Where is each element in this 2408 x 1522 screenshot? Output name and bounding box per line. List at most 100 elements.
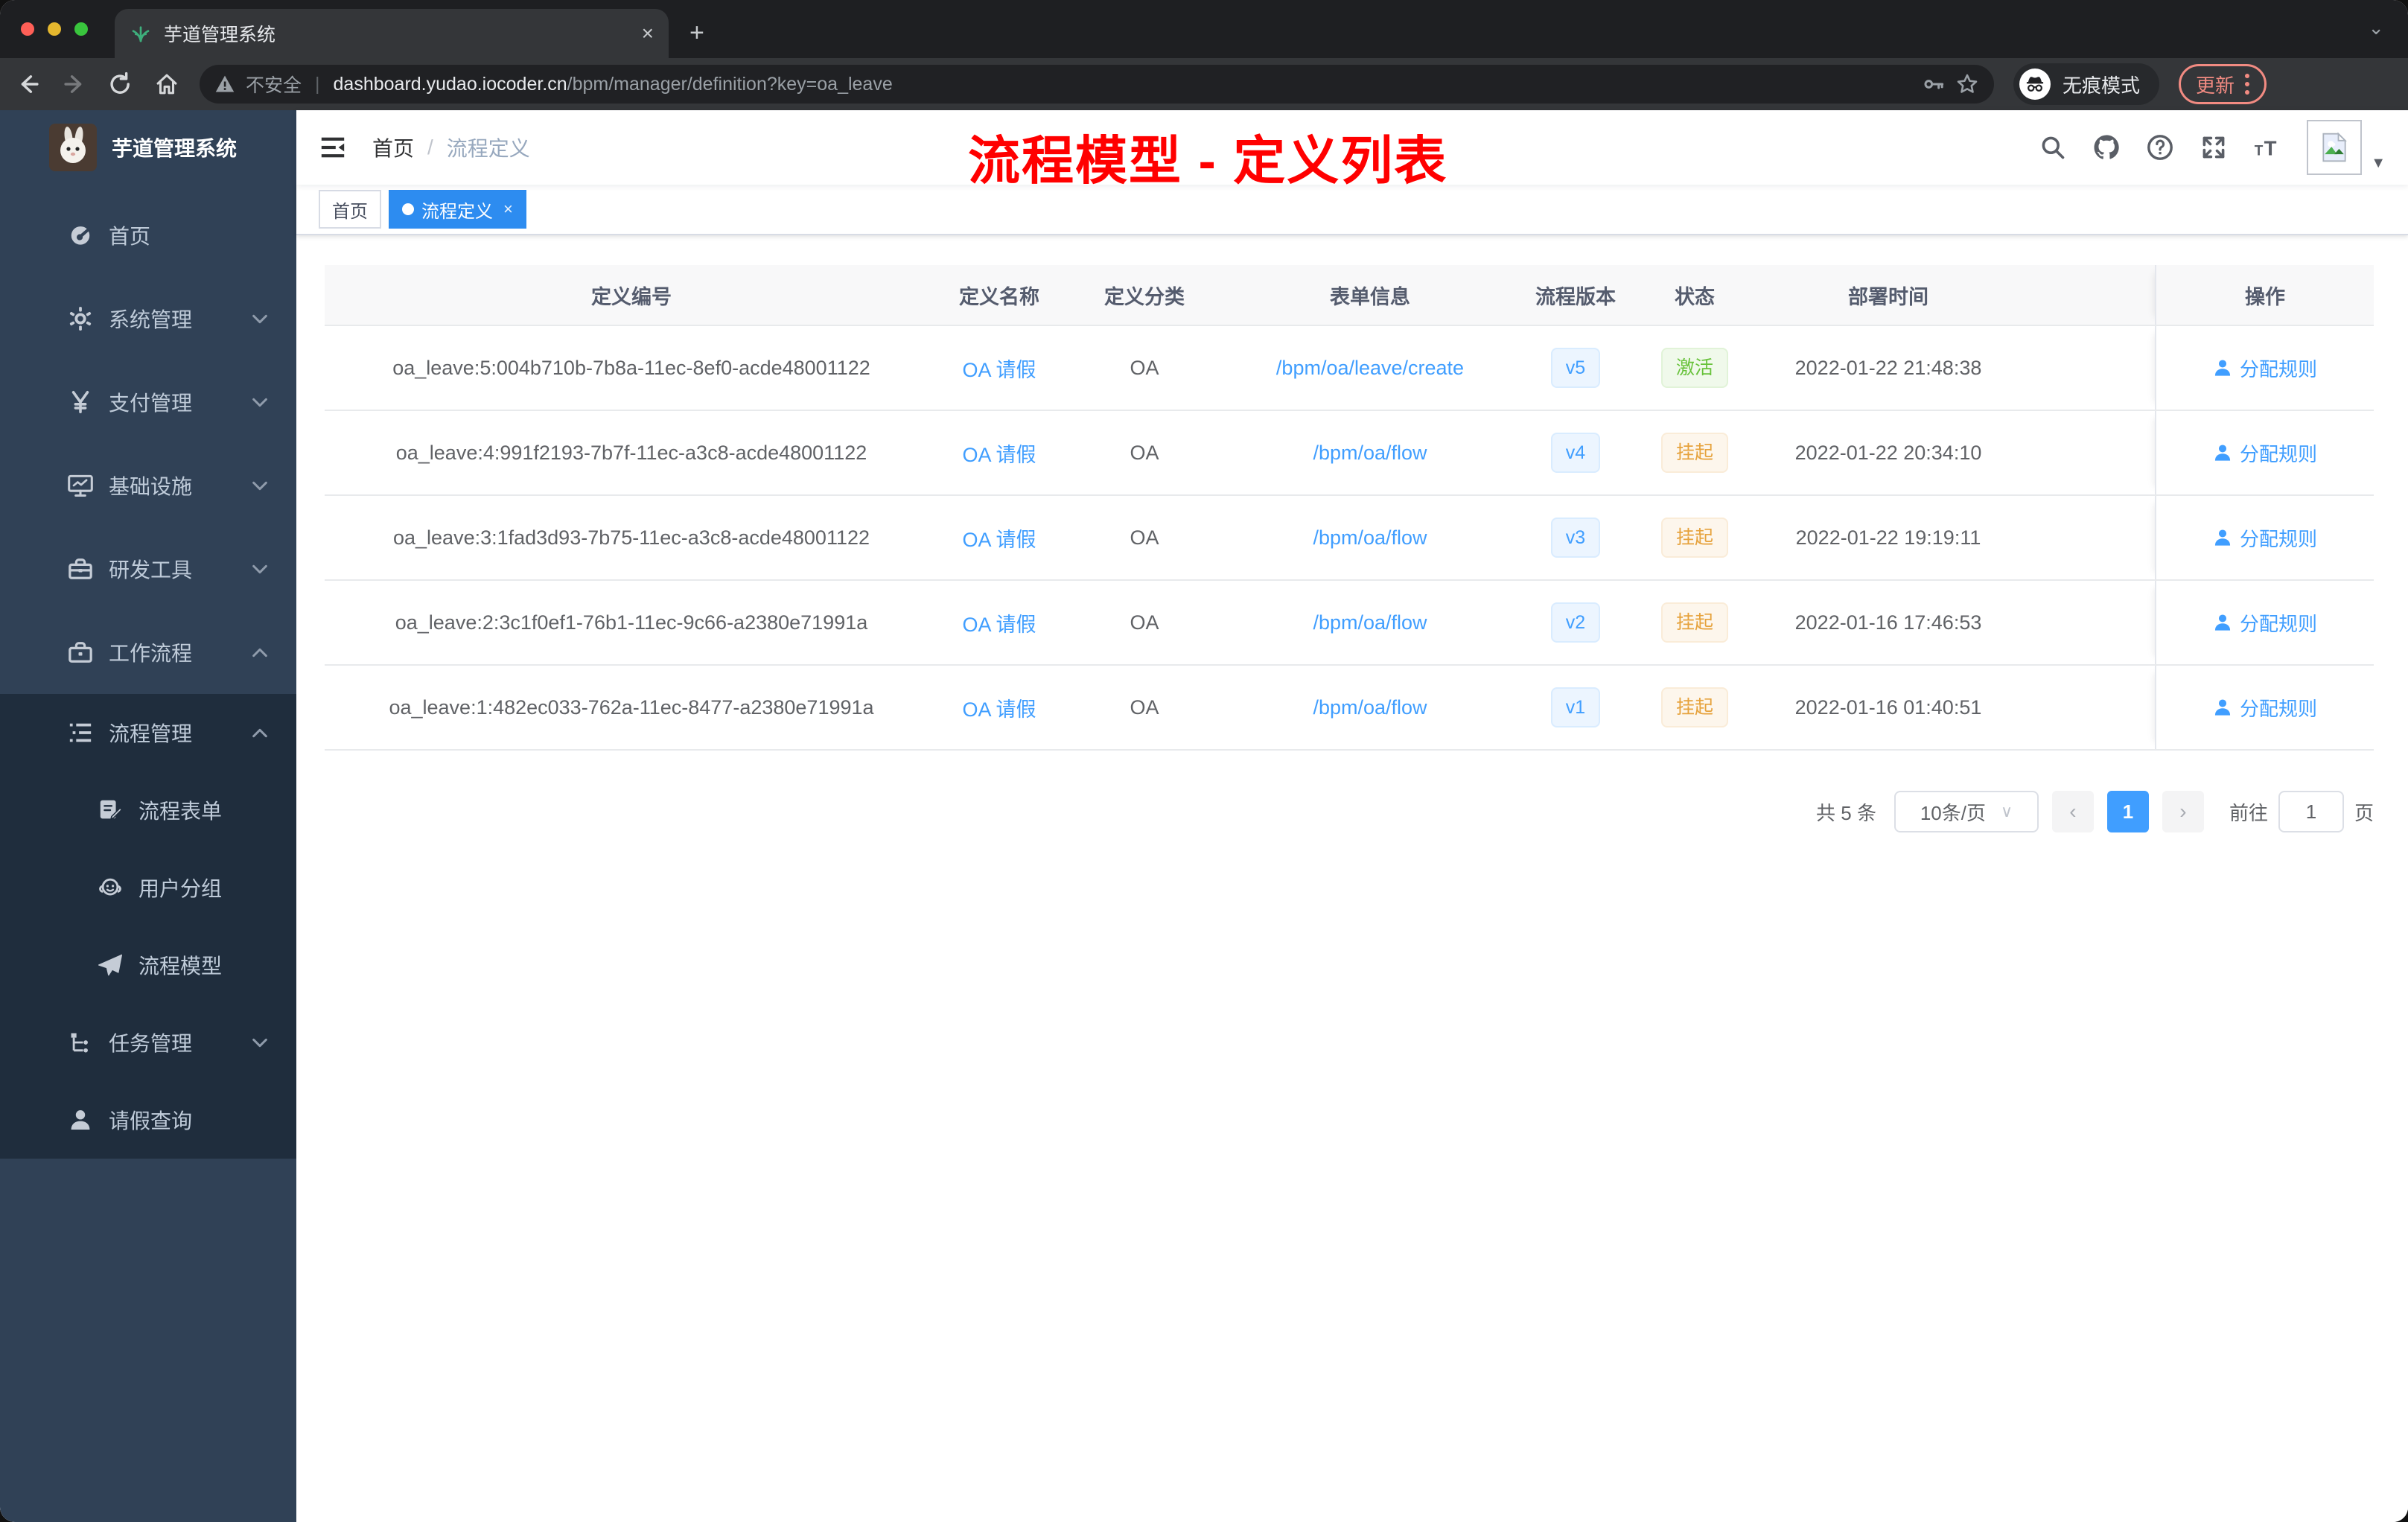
- navbar-actions: TT ▼: [2039, 120, 2386, 175]
- app-title: 芋道管理系统: [112, 137, 238, 160]
- yen-icon: [67, 389, 94, 415]
- sidebar-item-工作流程[interactable]: 工作流程: [0, 611, 296, 694]
- url-text[interactable]: dashboard.yudao.iocoder.cn/bpm/manager/d…: [334, 74, 893, 95]
- close-window-button[interactable]: [21, 22, 34, 36]
- assign-rule-link[interactable]: 分配规则: [2213, 694, 2317, 722]
- window-controls[interactable]: [0, 0, 115, 58]
- page-size-value: 10条/页: [1920, 801, 1986, 824]
- chevron-down-icon: [250, 559, 270, 579]
- status-badge: 激活: [1660, 348, 1728, 388]
- sidebar-item-研发工具[interactable]: 研发工具: [0, 527, 296, 611]
- definition-id: oa_leave:1:482ec033-762a-11ec-8477-a2380…: [389, 695, 874, 719]
- form-info-link[interactable]: /bpm/oa/flow: [1313, 526, 1427, 549]
- assign-rule-link[interactable]: 分配规则: [2213, 354, 2317, 382]
- form-info-link[interactable]: /bpm/oa/flow: [1313, 611, 1427, 634]
- chevron-down-icon: [250, 392, 270, 412]
- definition-table: 定义编号 定义名称 定义分类 表单信息 流程版本 状态 部署时间 操作 oa_l…: [325, 265, 2374, 751]
- security-warning-icon[interactable]: [214, 74, 235, 95]
- browser-tab-strip: 芋道管理系统 × + ⌄: [0, 0, 2408, 58]
- page-annotation: 流程模型 - 定义列表: [968, 132, 1448, 190]
- reload-icon[interactable]: [107, 71, 134, 98]
- page-size-select[interactable]: 10条/页 ∨: [1893, 791, 2039, 832]
- definition-id: oa_leave:2:3c1f0ef1-76b1-11ec-9c66-a2380…: [395, 611, 868, 634]
- help-icon[interactable]: [2146, 133, 2174, 162]
- maximize-window-button[interactable]: [74, 22, 88, 36]
- tag-流程定义[interactable]: 流程定义 ×: [389, 190, 526, 229]
- sidebar-item-系统管理[interactable]: 系统管理: [0, 277, 296, 360]
- fullscreen-icon[interactable]: [2200, 133, 2228, 162]
- briefcase-icon: [67, 639, 94, 666]
- table-row: oa_leave:5:004b710b-7b8a-11ec-8ef0-acde4…: [325, 326, 2374, 411]
- user-avatar-menu[interactable]: ▼: [2307, 120, 2386, 175]
- sidebar-item-流程模型[interactable]: 流程模型: [0, 926, 296, 1004]
- sidebar-item-流程管理[interactable]: 流程管理: [0, 694, 296, 771]
- pagination-total: 共 5 条: [1816, 801, 1876, 824]
- form-info-link[interactable]: /bpm/oa/flow: [1313, 696, 1427, 719]
- new-tab-button[interactable]: +: [689, 19, 704, 48]
- tag-close-icon[interactable]: ×: [503, 200, 513, 219]
- form-info-link[interactable]: /bpm/oa/flow: [1313, 442, 1427, 464]
- definition-name-link[interactable]: OA 请假: [962, 529, 1036, 551]
- assign-rule-link[interactable]: 分配规则: [2213, 439, 2317, 467]
- user-icon: [2214, 360, 2231, 376]
- definition-name-link[interactable]: OA 请假: [962, 614, 1036, 636]
- definition-name-link[interactable]: OA 请假: [962, 359, 1036, 381]
- sidebar-item-支付管理[interactable]: 支付管理: [0, 360, 296, 444]
- next-page-button[interactable]: ›: [2162, 791, 2204, 832]
- tab-overflow-caret-icon[interactable]: ⌄: [2368, 16, 2384, 39]
- prev-page-button[interactable]: ‹: [2051, 791, 2094, 832]
- sidebar-item-流程表单[interactable]: 流程表单: [0, 771, 296, 849]
- col-status: 状态: [1675, 285, 1715, 308]
- deploy-time: 2022-01-16 17:46:53: [1794, 611, 1982, 634]
- sidebar-menu: 首页 系统管理 支付管理 基础设施 研发工具 工作流程 流程管理 流程表单 用户…: [0, 185, 296, 1159]
- github-icon[interactable]: [2092, 133, 2121, 162]
- security-label[interactable]: 不安全: [246, 71, 302, 98]
- table-row: oa_leave:4:991f2193-7b7f-11ec-a3c8-acde4…: [325, 411, 2374, 496]
- back-icon[interactable]: [15, 71, 42, 98]
- avatar-caret-icon[interactable]: ▼: [2371, 155, 2386, 175]
- tab-close-icon[interactable]: ×: [642, 22, 654, 45]
- home-icon[interactable]: [153, 71, 180, 98]
- definition-name-link[interactable]: OA 请假: [962, 444, 1036, 466]
- tag-首页[interactable]: 首页: [319, 190, 381, 229]
- user-icon: [2214, 445, 2231, 461]
- col-actions: 操作: [2155, 265, 2374, 325]
- sidebar-item-基础设施[interactable]: 基础设施: [0, 444, 296, 527]
- forward-icon[interactable]: [61, 71, 88, 98]
- table-row: oa_leave:1:482ec033-762a-11ec-8477-a2380…: [325, 666, 2374, 751]
- sidebar: 芋道管理系统 首页 系统管理 支付管理 基础设施 研发工具 工作流程 流程管理 …: [0, 110, 296, 1522]
- sidebar-item-请假查询[interactable]: 请假查询: [0, 1081, 296, 1159]
- password-key-icon[interactable]: [1923, 73, 1945, 95]
- col-definition-category: 定义分类: [1104, 285, 1185, 308]
- sidebar-item-任务管理[interactable]: 任务管理: [0, 1004, 296, 1081]
- page-number-1[interactable]: 1: [2106, 791, 2149, 832]
- font-size-icon[interactable]: TT: [2253, 133, 2281, 162]
- definition-name-link[interactable]: OA 请假: [962, 698, 1036, 721]
- form-info-link[interactable]: /bpm/oa/leave/create: [1276, 357, 1464, 379]
- col-process-version: 流程版本: [1535, 285, 1616, 308]
- sidebar-item-首页[interactable]: 首页: [0, 194, 296, 277]
- url-separator: |: [315, 73, 320, 95]
- table-header-row: 定义编号 定义名称 定义分类 表单信息 流程版本 状态 部署时间 操作: [325, 265, 2374, 326]
- chevron-up-icon: [250, 643, 270, 662]
- browser-tab[interactable]: 芋道管理系统 ×: [115, 9, 669, 58]
- assign-rule-link[interactable]: 分配规则: [2213, 609, 2317, 637]
- search-icon[interactable]: [2039, 133, 2067, 162]
- browser-menu-icon[interactable]: [2245, 74, 2250, 95]
- url-bar[interactable]: 不安全 | dashboard.yudao.iocoder.cn/bpm/man…: [200, 65, 1994, 104]
- minimize-window-button[interactable]: [48, 22, 61, 36]
- sidebar-item-用户分组[interactable]: 用户分组: [0, 849, 296, 926]
- sidebar-logo[interactable]: 芋道管理系统: [0, 110, 296, 185]
- group-icon: [97, 874, 124, 901]
- goto-page-input[interactable]: [2278, 791, 2344, 832]
- list-icon: [67, 719, 94, 746]
- bookmark-star-icon[interactable]: [1955, 72, 1979, 96]
- sidebar-fold-icon[interactable]: [319, 133, 348, 162]
- pagination: 共 5 条 10条/页 ∨ ‹ 1 › 前往 页: [325, 791, 2374, 832]
- breadcrumb-home[interactable]: 首页: [372, 133, 414, 162]
- assign-rule-link[interactable]: 分配规则: [2213, 524, 2317, 552]
- browser-update-button[interactable]: 更新: [2179, 64, 2267, 104]
- favicon-plant-icon: [130, 22, 152, 45]
- deploy-time: 2022-01-22 20:34:10: [1794, 441, 1982, 464]
- version-badge: v3: [1550, 518, 1601, 558]
